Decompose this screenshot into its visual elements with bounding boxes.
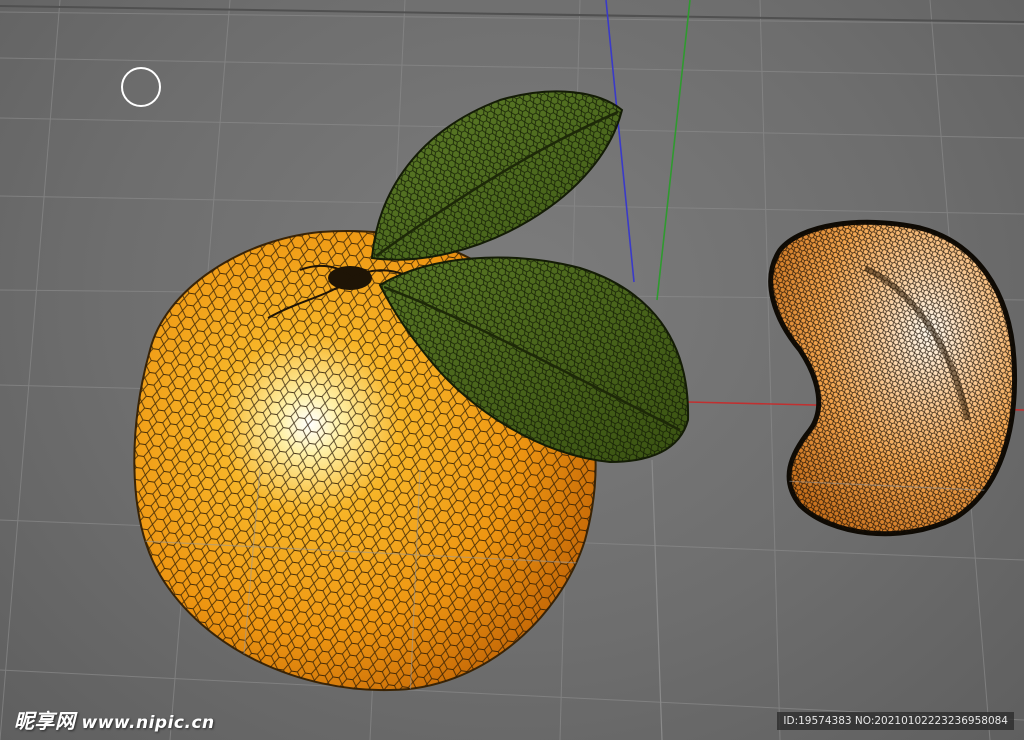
- 3d-viewport[interactable]: 昵享网 www.nipic.cn ID:19574383 NO:202101022…: [0, 0, 1024, 740]
- logo-url: www.nipic.cn: [81, 713, 215, 733]
- logo-text: 昵享网: [14, 709, 76, 733]
- circle-cursor-icon: [121, 67, 161, 107]
- orange-segment-model: [768, 219, 1018, 537]
- y-axis-line: [656, 0, 691, 301]
- vertical-guide-line: [651, 459, 663, 740]
- nipic-logo-watermark: 昵享网 www.nipic.cn: [14, 705, 215, 734]
- leaf-model-upper: [370, 90, 624, 261]
- viewport-scene[interactable]: [0, 0, 1024, 740]
- image-id-badge: ID:19574383 NO:20210102223236958084: [777, 712, 1014, 730]
